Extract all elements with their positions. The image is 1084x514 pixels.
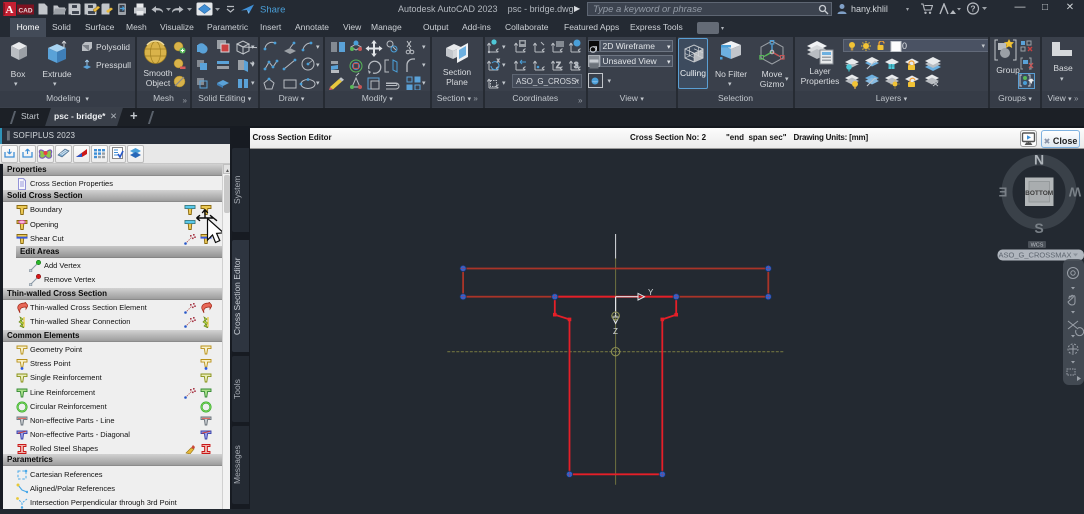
svg-text:Y: Y (648, 288, 654, 297)
svg-text:W: W (1069, 185, 1082, 200)
svg-text:A: A (6, 4, 14, 16)
svg-text:3: 3 (574, 61, 579, 70)
svg-text:Share: Share (260, 5, 285, 16)
svg-text:CAD: CAD (18, 8, 32, 15)
svg-text:E: E (998, 185, 1007, 200)
svg-text:Z: Z (556, 61, 561, 70)
svg-text:x: x (497, 58, 500, 64)
svg-text:S: S (1034, 220, 1043, 236)
svg-text:BOTTOM: BOTTOM (1025, 190, 1053, 197)
svg-text:ASO_G_CROSSMAX: ASO_G_CROSSMAX (999, 251, 1072, 260)
svg-text:N: N (1034, 152, 1044, 168)
svg-text:WCS: WCS (1031, 243, 1044, 249)
svg-text:Z: Z (613, 327, 618, 336)
svg-text:?: ? (970, 4, 975, 14)
